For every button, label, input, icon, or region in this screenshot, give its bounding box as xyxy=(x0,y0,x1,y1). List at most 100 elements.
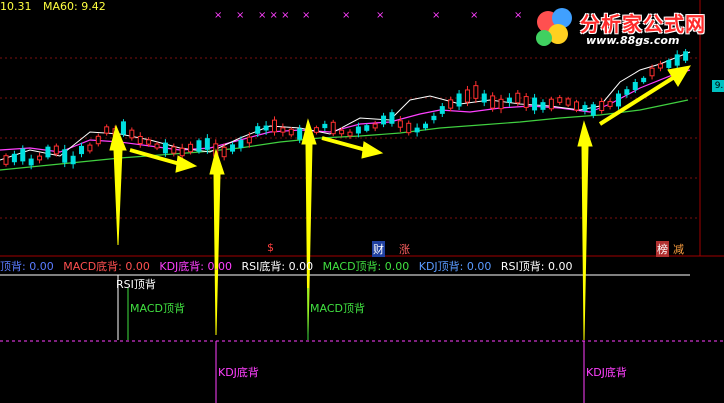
candle xyxy=(364,125,370,131)
candle xyxy=(280,127,286,133)
candle xyxy=(95,135,101,145)
candle xyxy=(188,143,194,153)
candle xyxy=(641,77,647,83)
candle xyxy=(448,99,454,109)
candle xyxy=(70,155,76,165)
candle xyxy=(204,138,210,150)
candle xyxy=(297,128,303,140)
candle xyxy=(288,128,294,136)
ind-value: RSI底背: 0.00 xyxy=(241,260,314,273)
candle xyxy=(355,126,361,134)
candle xyxy=(389,112,395,124)
candle xyxy=(196,140,202,152)
site-logo: 分析家公式网 www.88gs.com xyxy=(530,2,720,54)
marker: × xyxy=(470,10,479,21)
candle xyxy=(347,131,353,137)
candle xyxy=(154,143,160,149)
candle xyxy=(632,81,638,91)
candle xyxy=(11,153,17,163)
candle xyxy=(506,97,512,103)
candle xyxy=(339,129,345,135)
label-macd-top-1: MACD顶背 xyxy=(130,302,185,315)
tag-finance: 财 xyxy=(372,241,385,257)
candle xyxy=(515,92,521,104)
ind-value: MACD底背: 0.00 xyxy=(63,260,150,273)
candle xyxy=(381,115,387,125)
candle xyxy=(624,89,630,95)
candle xyxy=(590,104,596,116)
candle xyxy=(582,105,588,111)
candle xyxy=(473,85,479,99)
candle xyxy=(221,146,227,158)
ind-value: 顶背: 0.00 xyxy=(0,260,54,273)
candle xyxy=(330,121,336,135)
candle xyxy=(87,144,93,152)
label-macd-top-2: MACD顶背 xyxy=(310,302,365,315)
candle xyxy=(523,96,529,108)
candle xyxy=(120,121,126,135)
marker: × xyxy=(514,10,523,21)
candle xyxy=(313,127,319,133)
candle xyxy=(45,146,51,158)
candle xyxy=(322,123,328,129)
candle xyxy=(104,126,110,134)
candle xyxy=(599,101,605,111)
tag-rise: 涨 xyxy=(399,243,410,256)
candle xyxy=(532,97,538,111)
candle xyxy=(464,89,470,103)
candle xyxy=(246,136,252,144)
chart-window: 10.31 MA60: 9.42 × × × × × × × × × × × 分… xyxy=(0,0,724,403)
label-kdj-bottom-2: KDJ底背 xyxy=(586,366,627,379)
candle xyxy=(649,67,655,77)
tag-dollar: $ xyxy=(267,241,274,254)
candle xyxy=(20,148,26,162)
tag-reduce: 减 xyxy=(673,243,684,256)
marker: × × × xyxy=(258,10,290,21)
candle xyxy=(657,63,663,69)
arrow-up-1 xyxy=(109,124,127,246)
marker: × xyxy=(376,10,385,21)
candle xyxy=(481,93,487,103)
candle xyxy=(238,140,244,148)
balloon-icon xyxy=(536,8,572,46)
candle xyxy=(162,142,168,154)
candle xyxy=(53,145,59,155)
ind-value: RSI顶背: 0.00 xyxy=(500,260,573,273)
arrow-up-4 xyxy=(577,120,593,341)
candle xyxy=(129,129,135,139)
candle xyxy=(557,97,563,103)
candle xyxy=(171,146,177,154)
candle xyxy=(490,95,496,109)
candle xyxy=(263,125,269,131)
signal-lines xyxy=(117,275,585,403)
candle xyxy=(423,123,429,129)
candle xyxy=(137,135,143,145)
ind-value: KDJ顶背: 0.00 xyxy=(418,260,492,273)
candle xyxy=(607,101,613,107)
arrow-diag-2 xyxy=(321,136,367,152)
candle xyxy=(255,126,261,134)
candle xyxy=(540,102,546,110)
candle xyxy=(62,149,68,163)
ind-value: MACD顶背: 0.00 xyxy=(322,260,410,273)
candle xyxy=(674,54,680,66)
candle xyxy=(37,155,43,161)
arrow-diag-3 xyxy=(598,74,678,126)
candlestick-chart[interactable] xyxy=(0,0,724,403)
candle xyxy=(431,115,437,121)
candle xyxy=(146,139,152,145)
candle xyxy=(271,119,277,133)
candle xyxy=(439,106,445,114)
candle xyxy=(548,98,554,110)
label-rsi-top: RSI顶背 xyxy=(116,278,156,291)
tag-rank: 榜 xyxy=(656,241,669,257)
candle xyxy=(230,144,236,152)
marker: × xyxy=(236,10,245,21)
marker: × xyxy=(432,10,441,21)
label-kdj-bottom-1: KDJ底背 xyxy=(218,366,259,379)
candle xyxy=(397,120,403,128)
candle xyxy=(28,158,34,166)
candle xyxy=(406,122,412,134)
marker: × xyxy=(302,10,311,21)
ind-value: KDJ底背: 0.00 xyxy=(159,260,232,273)
